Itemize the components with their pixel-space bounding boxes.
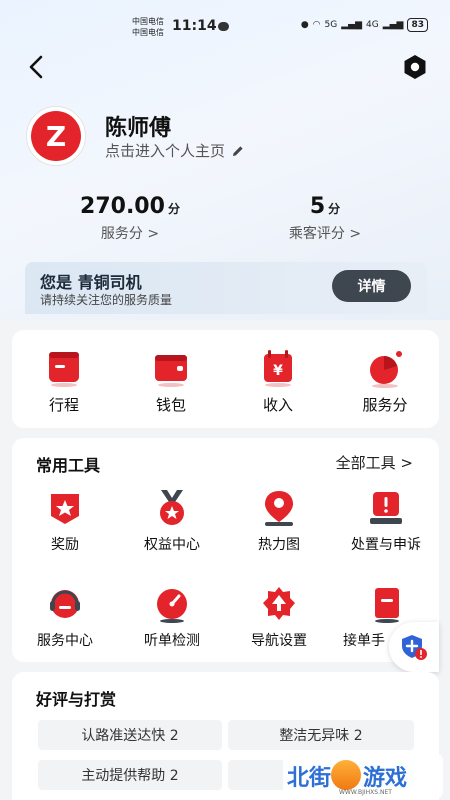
all-tools-link[interactable]: 全部工具 >: [336, 452, 413, 473]
profile-link-label: 点击进入个人主页: [105, 142, 226, 160]
tool-reward-label: 奖励: [51, 537, 79, 553]
quick-action-wallet[interactable]: 钱包: [121, 348, 221, 415]
passenger-rating-value: 5: [309, 194, 326, 219]
level-prefix: 您是: [40, 273, 73, 292]
signal-label-1: 5G: [324, 20, 338, 30]
quick-action-wallet-label: 钱包: [155, 396, 186, 414]
tool-benefits-label: 权益中心: [144, 537, 200, 553]
heatmap-icon: [259, 488, 299, 528]
shield-alert-icon: [402, 635, 427, 660]
reviews-title: 好评与打赏: [36, 690, 117, 709]
driver-name: 陈师傅: [105, 116, 172, 141]
clock: 11:14: [172, 18, 217, 34]
income-icon: ¥: [258, 348, 298, 388]
message-icon: [218, 22, 229, 31]
passenger-rating-unit: 分: [328, 202, 341, 216]
quick-action-income[interactable]: ¥ 收入: [228, 348, 328, 415]
svg-text:¥: ¥: [273, 363, 283, 379]
profile-link[interactable]: 点击进入个人主页: [105, 140, 245, 161]
service-score-stat[interactable]: 270.00 分 服务分 >: [65, 194, 195, 243]
level-detail-button[interactable]: 详情: [332, 270, 411, 302]
common-tools-card: 常用工具 全部工具 > 奖励 权益中心 热力图 处置与申诉 服务中心 听单检测 …: [12, 438, 439, 662]
tool-order-check[interactable]: 听单检测: [119, 584, 225, 650]
watermark-sun-logo: [331, 760, 361, 790]
level-subtitle: 请持续关注您的服务质量: [40, 293, 173, 307]
wifi-icon: ◠: [312, 20, 321, 30]
tool-benefits[interactable]: 权益中心: [119, 488, 225, 554]
appeal-icon: [366, 488, 406, 528]
site-watermark: 北街 游戏 WWW.BJIHXS.NET: [283, 754, 443, 798]
trip-icon: [44, 348, 84, 388]
tool-appeal[interactable]: 处置与申诉: [333, 488, 439, 554]
signal-icon: ▂▄▆: [341, 20, 362, 30]
review-tag: 认路准送达快 2: [38, 720, 222, 750]
review-tag: 主动提供帮助 2: [38, 760, 222, 790]
level-name: 青铜司机: [77, 273, 142, 292]
chevron-left-icon: [29, 55, 43, 79]
order-check-icon: [152, 584, 192, 624]
back-button[interactable]: [22, 52, 52, 82]
tools-title: 常用工具: [36, 456, 101, 475]
quick-action-income-label: 收入: [262, 396, 293, 414]
tool-appeal-label: 处置与申诉: [351, 537, 421, 553]
passenger-rating-stat[interactable]: 5分 乘客评分 >: [265, 194, 385, 243]
tool-service-center[interactable]: 服务中心: [12, 584, 118, 650]
tool-reward[interactable]: 奖励: [12, 488, 118, 554]
quick-action-service-score[interactable]: 服务分: [335, 348, 435, 415]
tool-nav-settings-label: 导航设置: [251, 633, 307, 649]
service-score-icon: [365, 348, 405, 388]
carrier-1: 中国电信: [132, 17, 164, 26]
quick-action-trip-label: 行程: [48, 396, 79, 414]
order-taking-icon: [367, 584, 407, 624]
signal-icon-2: ▂▄▆: [382, 20, 404, 30]
passenger-rating-label: 乘客评分 >: [288, 226, 362, 242]
service-score-unit: 分: [167, 202, 180, 216]
settings-hex-icon: [404, 55, 426, 79]
tool-nav-settings[interactable]: 导航设置: [226, 584, 332, 650]
avatar-logo-icon: Z: [31, 111, 81, 161]
watermark-brand-b: 游戏: [363, 766, 408, 791]
edit-pencil-icon: [233, 145, 243, 156]
watermark-brand-a: 北街: [287, 766, 332, 791]
tool-order-check-label: 听单检测: [144, 633, 200, 649]
status-bar: 中国电信 中国电信 11:14 ● ◠ 5G ▂▄▆ 4G ▂▄▆ 83: [0, 14, 450, 40]
tool-heatmap-label: 热力图: [258, 537, 300, 553]
nav-settings-icon: [259, 584, 299, 624]
quick-actions-card: 行程 钱包 ¥ 收入 服务分: [12, 330, 439, 428]
service-score-value: 270.00: [80, 194, 165, 219]
safety-shield-button[interactable]: [389, 622, 439, 672]
service-score-label: 服务分 >: [100, 226, 160, 242]
settings-button[interactable]: [400, 52, 430, 82]
tool-heatmap[interactable]: 热力图: [226, 488, 332, 554]
reward-icon: [45, 488, 85, 528]
level-title: 您是 青铜司机: [40, 269, 142, 293]
signal-label-2: 4G: [366, 20, 379, 30]
service-center-icon: [45, 584, 85, 624]
avatar[interactable]: Z: [26, 106, 86, 166]
carrier-label: 中国电信 中国电信: [132, 16, 164, 38]
quick-action-service-score-label: 服务分: [362, 396, 408, 414]
driver-level-banner: 您是 青铜司机 请持续关注您的服务质量 详情: [25, 262, 427, 314]
battery-indicator: 83: [407, 18, 428, 32]
tool-service-center-label: 服务中心: [37, 633, 93, 649]
location-icon: ●: [300, 20, 309, 30]
quick-action-trip[interactable]: 行程: [14, 348, 114, 415]
system-icons: ● ◠ 5G ▂▄▆ 4G ▂▄▆ 83: [301, 18, 428, 32]
wallet-icon: [151, 348, 191, 388]
carrier-2: 中国电信: [132, 28, 164, 37]
review-tag: 整洁无异味 2: [228, 720, 414, 750]
watermark-url: WWW.BJIHXS.NET: [339, 789, 392, 796]
benefits-icon: [152, 488, 192, 528]
